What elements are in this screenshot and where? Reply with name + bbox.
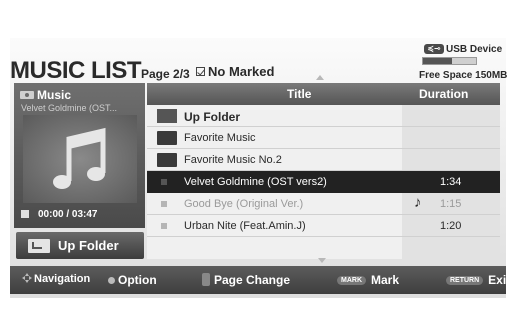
row-title: Good Bye (Original Ver.) [184,198,304,210]
ok-button-icon [108,277,115,284]
navigation-arrows-icon [22,273,32,283]
up-folder-row[interactable]: Up Folder [147,105,500,127]
row-title: Favorite Music No.2 [184,154,282,166]
music-file-list: Title Duration Up Folder Favorite Music Fa… [147,83,500,259]
now-playing-track: Velvet Goldmine (OST... [21,103,118,113]
row-title: Velvet Goldmine (OST vers2) [184,176,327,188]
folder-icon [157,131,177,145]
music-icon [20,91,34,99]
file-marker-icon [161,201,167,207]
footer-option: Option [108,273,157,287]
row-title: Urban Nite (Feat.Amin.J) [184,220,306,232]
page-key-icon [202,273,210,286]
usb-capacity-fill [423,58,453,64]
footer-page-change: Page Change [202,273,290,287]
free-space-label: Free Space 150MB [419,70,508,81]
scroll-down-arrow-icon[interactable] [318,258,326,263]
row-duration: 1:34 [440,176,462,188]
stop-icon [21,210,29,218]
folder-row[interactable]: Favorite Music [147,127,500,149]
footer-mark: MARK Mark [337,273,399,287]
folder-icon [157,153,177,167]
footer-bar: Navigation Option Page Change MARK Mark R… [10,266,510,294]
file-marker-icon [161,179,167,185]
now-playing-note-icon: ♪ [414,194,422,211]
file-marker-icon [161,223,167,229]
folder-row[interactable]: Favorite Music No.2 [147,149,500,171]
music-file-row[interactable]: Good Bye (Original Ver.) ♪ 1:15 [147,193,500,215]
row-title: Favorite Music [184,132,256,144]
up-folder-button[interactable]: Up Folder [16,232,144,259]
column-title: Title [287,87,312,101]
footer-exit: RETURN Exit [446,273,510,287]
marked-label: No Marked [208,64,275,79]
now-playing-heading: Music [20,88,71,102]
scroll-up-arrow-icon[interactable] [316,75,324,80]
playback-time: 00:00 / 03:47 [21,209,98,220]
music-file-row[interactable]: Velvet Goldmine (OST vers2) 1:34 [147,171,500,193]
footer-navigation: Navigation [22,273,90,285]
check-icon [196,67,205,76]
return-key-icon: RETURN [446,276,484,285]
usb-icon: ≼⊸ [424,44,444,54]
page-indicator: Page 2/3 [141,67,190,81]
marked-status: No Marked [196,64,274,79]
usb-device-label: ≼⊸ USB Device [424,44,502,55]
mark-key-icon: MARK [337,276,366,285]
column-duration: Duration [419,87,469,101]
usb-capacity-bar [422,57,477,65]
list-header: Title Duration [147,83,500,105]
music-note-icon [53,127,106,189]
row-duration: 1:20 [440,220,462,232]
now-playing-panel: Music Velvet Goldmine (OST... 00:00 / 03… [14,83,145,228]
music-file-row[interactable]: Urban Nite (Feat.Amin.J) 1:20 [147,215,500,237]
up-folder-icon [28,238,50,253]
page-title: MUSIC LIST [10,57,142,84]
album-art [23,115,137,203]
row-duration: 1:15 [440,198,462,210]
up-folder-icon [157,109,177,123]
row-title: Up Folder [184,110,240,124]
